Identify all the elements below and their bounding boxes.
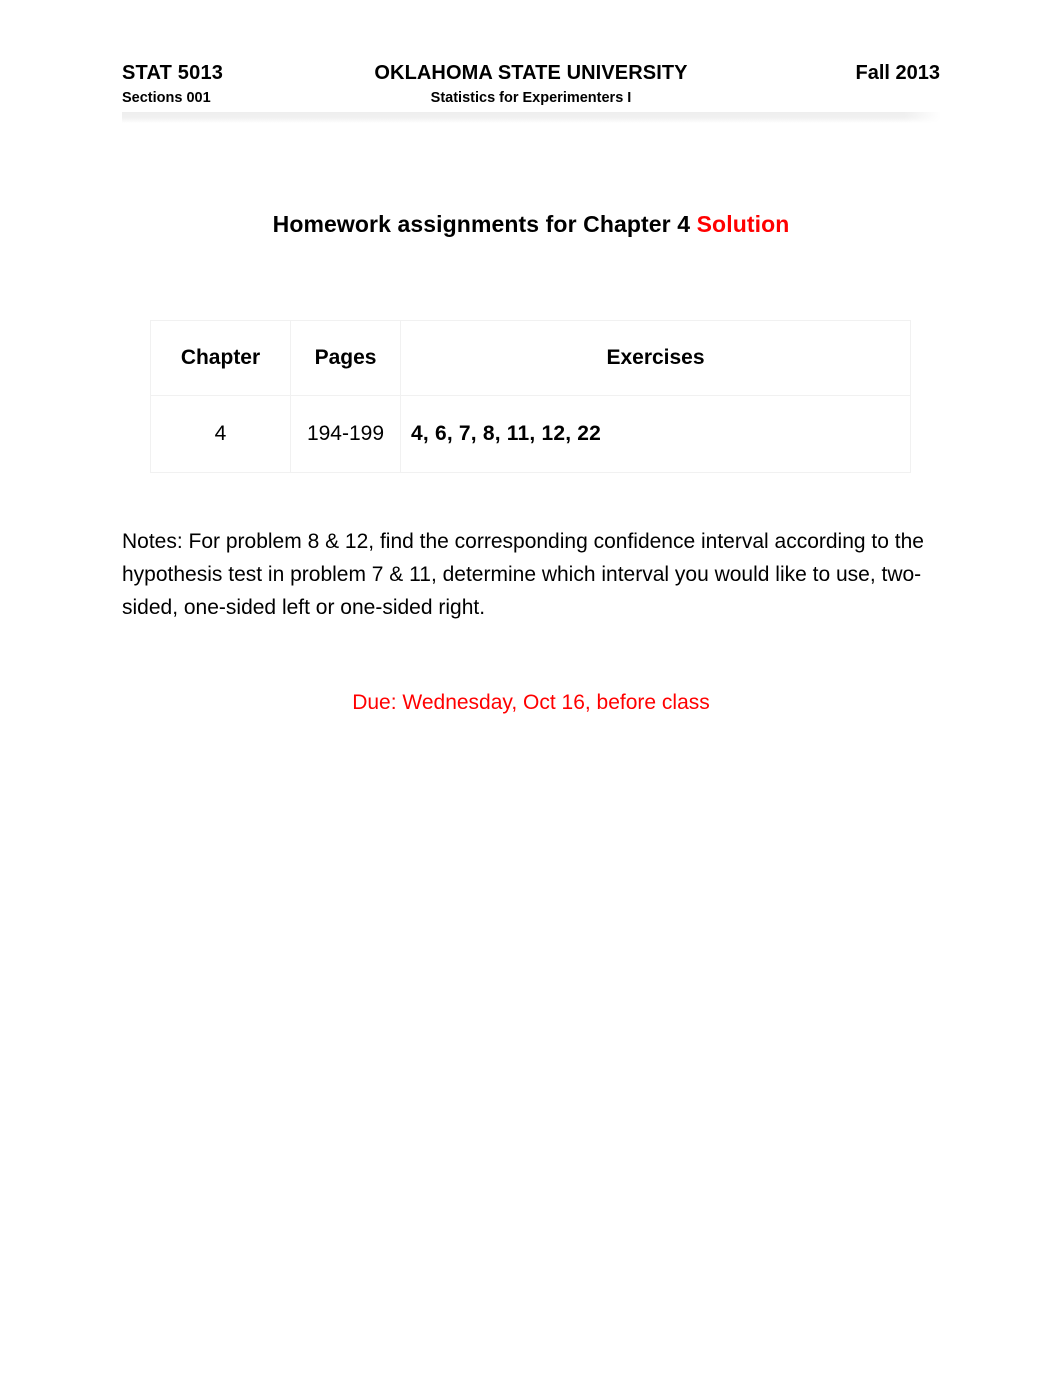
due-date-line: Due: Wednesday, Oct 16, before class <box>352 691 710 714</box>
institution-name: OKLAHOMA STATE UNIVERSITY <box>374 62 688 84</box>
solution-tag: Solution <box>696 211 790 237</box>
document-page: STAT 5013 OKLAHOMA STATE UNIVERSITY Fall… <box>0 0 1062 1377</box>
course-title: Statistics for Experimenters I <box>430 90 632 106</box>
table-row: 4 194-199 4, 6, 7, 8, 11, 12, 22 <box>150 395 911 473</box>
cell-exercises: 4, 6, 7, 8, 11, 12, 22 <box>400 395 911 473</box>
cell-pages: 194-199 <box>290 395 401 473</box>
notes-paragraph: Notes: For problem 8 & 12, find the corr… <box>122 530 924 619</box>
term-label: Fall 2013 <box>855 62 940 84</box>
column-header-exercises: Exercises <box>400 320 911 396</box>
cell-chapter: 4 <box>150 395 291 473</box>
page-title: Homework assignments for Chapter 4 Solut… <box>0 211 1062 238</box>
header-row-primary: STAT 5013 OKLAHOMA STATE UNIVERSITY Fall… <box>122 62 940 90</box>
page-title-text: Homework assignments for Chapter 4 <box>272 211 697 237</box>
column-header-pages: Pages <box>290 320 401 396</box>
header-row-secondary: Sections 001 Statistics for Experimenter… <box>122 90 940 112</box>
column-header-chapter: Chapter <box>150 320 291 396</box>
table-header-row: Chapter Pages Exercises <box>150 320 911 396</box>
assignment-table: Chapter Pages Exercises 4 194-199 4, 6, … <box>150 320 911 473</box>
document-header: STAT 5013 OKLAHOMA STATE UNIVERSITY Fall… <box>122 62 940 118</box>
header-divider <box>122 112 946 123</box>
